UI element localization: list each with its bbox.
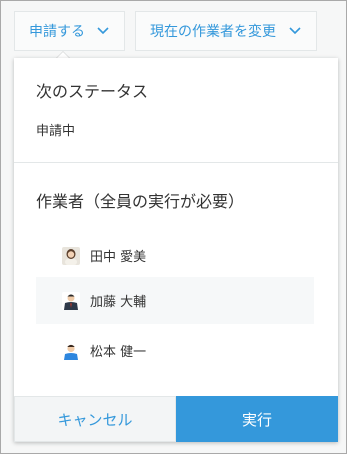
assignee-heading: 作業者（全員の実行が必要）	[36, 192, 245, 211]
chevron-down-icon	[289, 27, 301, 35]
user-row-kato[interactable]: 加藤 大輔	[36, 277, 314, 324]
divider	[14, 162, 338, 163]
next-status-heading: 次のステータス	[36, 82, 149, 101]
apply-dropdown-button[interactable]: 申請する	[14, 11, 125, 51]
user-name: 田中 愛美	[90, 250, 147, 265]
user-name: 加藤 大輔	[90, 295, 147, 310]
user-row-matsumoto[interactable]: 松本 健一	[36, 327, 314, 374]
next-status-value: 申請中	[36, 124, 76, 139]
change-assignee-dropdown-label: 現在の作業者を変更	[150, 24, 276, 40]
change-assignee-dropdown-button[interactable]: 現在の作業者を変更	[135, 11, 317, 51]
execute-button[interactable]: 実行	[176, 396, 338, 442]
user-name: 松本 健一	[90, 345, 147, 360]
chevron-down-icon	[97, 27, 109, 35]
avatar-woman-icon	[62, 246, 80, 265]
apply-dropdown-label: 申請する	[29, 24, 85, 40]
popup-footer: キャンセル 実行	[14, 396, 338, 442]
avatar-man-blue-icon	[62, 341, 80, 360]
avatar-man-suit-icon	[62, 291, 80, 310]
cancel-button[interactable]: キャンセル	[14, 396, 176, 442]
user-row-tanaka[interactable]: 田中 愛美	[36, 232, 314, 279]
status-action-popup: 次のステータス 申請中 作業者（全員の実行が必要） 田中 愛美 加藤 大輔 松本…	[14, 58, 338, 442]
